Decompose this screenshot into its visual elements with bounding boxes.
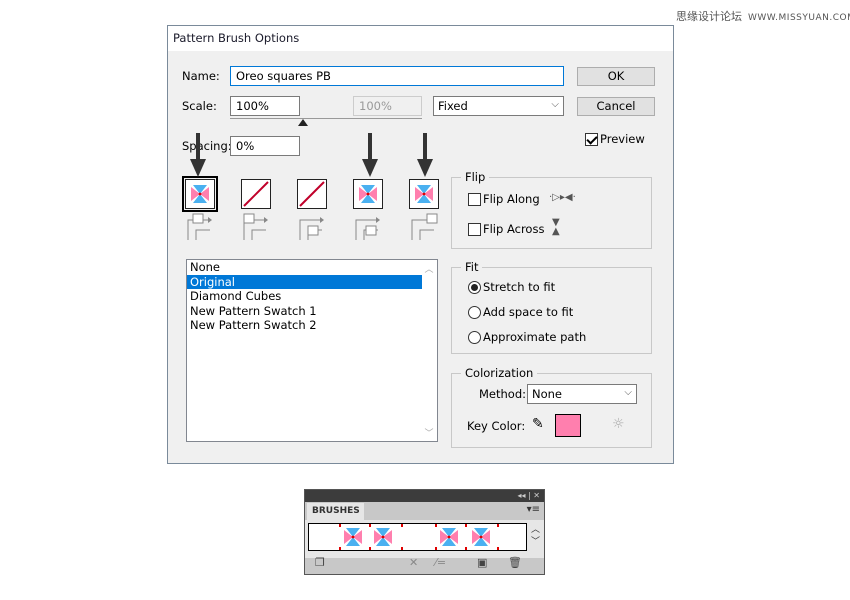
- flip-along-checkbox[interactable]: Flip Along: [468, 192, 540, 206]
- delete-brush-icon[interactable]: 🗑: [508, 556, 522, 569]
- remove-stroke-icon[interactable]: ✕: [409, 556, 418, 569]
- list-item[interactable]: New Pattern Swatch 2: [187, 318, 422, 333]
- tile-side-tile[interactable]: [182, 176, 218, 212]
- list-scrollbar[interactable]: ︿ ﹀: [421, 260, 437, 441]
- new-brush-icon[interactable]: ▣: [477, 556, 487, 569]
- panel-titlebar[interactable]: ◂◂ | ✕: [305, 490, 544, 502]
- preview-checkbox[interactable]: Preview: [585, 132, 645, 146]
- eyedropper-icon[interactable]: ✎: [532, 416, 544, 432]
- spacing-input[interactable]: 0%: [230, 136, 300, 156]
- flip-title: Flip: [461, 170, 490, 184]
- tile-start-tile[interactable]: [353, 179, 383, 209]
- ok-button[interactable]: OK: [577, 67, 655, 86]
- scale-label: Scale:: [182, 99, 217, 113]
- flip-group: Flip Flip Along ·▷▸◀· Flip Across ▼ ▲: [451, 170, 652, 249]
- arrow-down-icon: [361, 133, 379, 182]
- colorization-group: Colorization Method: None ⌵ Key Color: ✎ …: [451, 366, 652, 448]
- brush-options-icon[interactable]: ⁄=: [435, 556, 446, 569]
- list-item[interactable]: None: [187, 260, 422, 275]
- tile-position-icon: [186, 212, 214, 245]
- chevron-down-icon: ⌵: [624, 387, 632, 398]
- tile-position-icon: [242, 212, 270, 245]
- tile-end-tile[interactable]: [409, 179, 439, 209]
- tips-lightbulb-icon[interactable]: ☼: [612, 416, 625, 432]
- arrow-down-icon: [416, 133, 434, 182]
- panel-scrollbar[interactable]: ︿ ﹀: [531, 524, 540, 548]
- fit-approximate-radio[interactable]: Approximate path: [468, 330, 586, 344]
- dialog-title: Pattern Brush Options: [168, 26, 673, 51]
- method-label: Method:: [479, 387, 527, 401]
- tile-inner-corner-tile[interactable]: [297, 179, 327, 209]
- pattern-list[interactable]: None Original Diamond Cubes New Pattern Swa…: [186, 259, 438, 442]
- cancel-button[interactable]: Cancel: [577, 97, 655, 116]
- tile-position-icon: [410, 212, 438, 245]
- pattern-brush-options-dialog: Pattern Brush Options Name: Oreo squares…: [167, 25, 674, 464]
- scale-mode-select[interactable]: Fixed ⌵: [433, 96, 564, 116]
- tile-outer-corner-tile[interactable]: [241, 179, 271, 209]
- brush-libraries-icon[interactable]: ❐: [315, 556, 325, 569]
- fit-stretch-radio[interactable]: Stretch to fit: [468, 280, 555, 294]
- name-label: Name:: [182, 69, 220, 83]
- scale-max-input: 100%: [353, 96, 422, 116]
- fit-title: Fit: [461, 260, 483, 274]
- panel-menu-icon[interactable]: ▾≡: [527, 504, 540, 515]
- method-select[interactable]: None ⌵: [527, 384, 637, 404]
- brushes-tab[interactable]: BRUSHES: [307, 503, 364, 520]
- scale-input[interactable]: 100%: [230, 96, 300, 116]
- list-item[interactable]: Diamond Cubes: [187, 289, 422, 304]
- scale-slider-track[interactable]: [230, 118, 422, 119]
- name-input[interactable]: Oreo squares PB: [230, 66, 564, 86]
- watermark: 思缘设计论坛 WWW.MISSYUAN.COM: [676, 10, 850, 23]
- flip-across-icon: ▼ ▲: [552, 217, 560, 237]
- tile-position-icon: [298, 212, 326, 245]
- colorization-title: Colorization: [461, 366, 538, 380]
- fit-group: Fit Stretch to fit Add space to fit Appr…: [451, 260, 652, 354]
- tile-position-icon: [354, 212, 382, 245]
- brushes-panel: ◂◂ | ✕ BRUSHES ▾≡ ︿ ﹀ ❐ ✕ ⁄= ▣ 🗑: [304, 489, 545, 575]
- list-item[interactable]: New Pattern Swatch 1: [187, 304, 422, 319]
- key-color-label: Key Color:: [467, 419, 526, 433]
- brush-stroke-preview[interactable]: [308, 523, 527, 551]
- list-item[interactable]: Original: [187, 274, 422, 289]
- chevron-down-icon: ⌵: [551, 99, 559, 110]
- checkbox[interactable]: [585, 133, 598, 146]
- flip-along-icon: ·▷▸◀·: [549, 192, 576, 203]
- key-color-swatch[interactable]: [555, 414, 581, 437]
- flip-across-checkbox[interactable]: Flip Across: [468, 222, 544, 236]
- fit-add-space-radio[interactable]: Add space to fit: [468, 305, 573, 319]
- scale-slider-handle[interactable]: [298, 119, 308, 126]
- arrow-down-icon: [189, 133, 207, 182]
